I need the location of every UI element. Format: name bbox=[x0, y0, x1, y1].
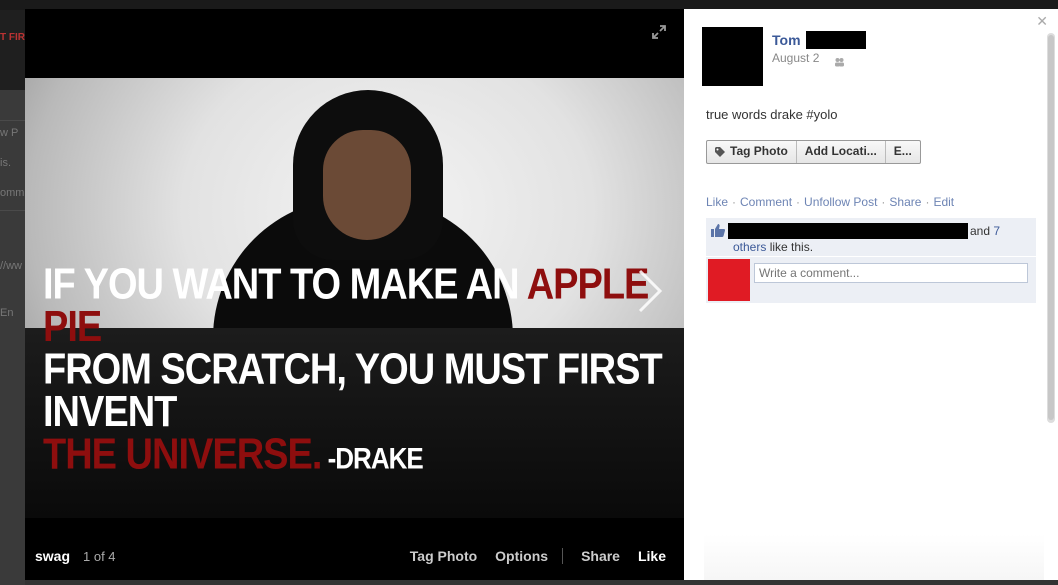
link-separator: · bbox=[732, 195, 737, 209]
comment-composer bbox=[706, 257, 1036, 303]
likes-summary: and 7 others like this. bbox=[706, 218, 1036, 256]
likes-and-word: and bbox=[970, 224, 991, 238]
photo-counter: 1 of 4 bbox=[83, 549, 116, 564]
comment-input[interactable] bbox=[754, 263, 1028, 283]
background-text-fragment: En bbox=[0, 307, 14, 319]
quote-line3-red: THE UNIVERSE. bbox=[43, 430, 322, 480]
edit-button[interactable]: E... bbox=[886, 141, 920, 163]
scrollbar-thumb[interactable] bbox=[1048, 35, 1054, 420]
unfollow-post-link[interactable]: Unfollow Post bbox=[804, 195, 877, 209]
like-button[interactable]: Like bbox=[638, 548, 666, 564]
background-thumbnail bbox=[0, 10, 25, 90]
panel-bottom-area bbox=[704, 534, 1044, 580]
quote-attribution: -DRAKE bbox=[321, 441, 424, 476]
fullscreen-icon[interactable] bbox=[652, 25, 666, 39]
background-text-fragment: //ww bbox=[0, 260, 22, 272]
post-side-panel: ✕ Tom August 2 true words drake #yolo Ta… bbox=[684, 9, 1058, 580]
link-separator: · bbox=[796, 195, 801, 209]
likes-count-link[interactable]: 7 bbox=[993, 224, 1000, 238]
thumbs-up-icon bbox=[711, 224, 725, 237]
photo-stage: IF YOU WANT TO MAKE AN APPLE PIE FROM SC… bbox=[25, 9, 684, 580]
viewer-avatar bbox=[708, 259, 750, 301]
post-share-link[interactable]: Share bbox=[889, 195, 921, 209]
photo-action-bar: swag 1 of 4 Tag Photo Options Share Like bbox=[25, 536, 684, 580]
tag-icon bbox=[715, 146, 725, 157]
background-left-column: T FIR w P is. omm //ww En bbox=[0, 10, 25, 585]
close-icon[interactable]: ✕ bbox=[1036, 13, 1048, 30]
likes-and-text: and 7 bbox=[970, 224, 1000, 238]
background-text-fragment: is. bbox=[0, 157, 11, 169]
photo-button-group: Tag Photo Add Locati... E... bbox=[706, 140, 921, 164]
author-name-link[interactable]: Tom bbox=[772, 32, 801, 48]
next-photo-icon[interactable] bbox=[636, 267, 664, 315]
photo-quote-text: IF YOU WANT TO MAKE AN APPLE PIE FROM SC… bbox=[43, 260, 683, 480]
photo-subject-face bbox=[323, 130, 411, 240]
likes-others-link[interactable]: others bbox=[733, 240, 766, 254]
album-name-link[interactable]: swag bbox=[35, 548, 70, 564]
post-date[interactable]: August 2 bbox=[772, 51, 819, 65]
background-text-fragment: T FIR bbox=[0, 32, 25, 43]
background-text-fragment: w P bbox=[0, 127, 19, 139]
post-edit-link[interactable]: Edit bbox=[933, 195, 954, 209]
friends-audience-icon[interactable] bbox=[834, 54, 845, 67]
photo-bar-actions: Tag Photo Options Share Like bbox=[392, 548, 666, 564]
post-comment-link[interactable]: Comment bbox=[740, 195, 792, 209]
tag-photo-button[interactable]: Tag Photo bbox=[410, 548, 477, 564]
share-button[interactable]: Share bbox=[581, 548, 620, 564]
post-like-link[interactable]: Like bbox=[706, 195, 728, 209]
background-divider bbox=[0, 120, 25, 121]
post-actions-links: Like · Comment · Unfollow Post · Share · Edit bbox=[706, 195, 954, 209]
photo[interactable]: IF YOU WANT TO MAKE AN APPLE PIE FROM SC… bbox=[25, 78, 684, 518]
options-button[interactable]: Options bbox=[495, 548, 548, 564]
post-caption: true words drake #yolo bbox=[706, 107, 838, 122]
quote-line1: IF YOU WANT TO MAKE AN bbox=[43, 260, 527, 309]
edit-label: E... bbox=[893, 144, 912, 158]
background-divider bbox=[0, 210, 25, 211]
link-separator: · bbox=[881, 195, 886, 209]
add-location-label: Add Locati... bbox=[804, 144, 877, 158]
author-avatar[interactable] bbox=[702, 27, 763, 86]
redacted-surname bbox=[806, 31, 866, 49]
likes-suffix: like this. bbox=[766, 240, 814, 254]
link-separator: · bbox=[925, 195, 930, 209]
bar-separator bbox=[562, 548, 564, 564]
tag-photo-panel-button[interactable]: Tag Photo bbox=[707, 141, 797, 163]
redacted-liker-names bbox=[728, 223, 968, 239]
add-location-button[interactable]: Add Locati... bbox=[797, 141, 886, 163]
background-text-fragment: omm bbox=[0, 187, 25, 199]
likes-line2: others like this. bbox=[733, 240, 813, 254]
quote-line2: FROM SCRATCH, YOU MUST FIRST INVENT bbox=[43, 345, 663, 437]
panel-scrollbar[interactable] bbox=[1047, 33, 1055, 423]
tag-photo-label: Tag Photo bbox=[730, 144, 788, 158]
